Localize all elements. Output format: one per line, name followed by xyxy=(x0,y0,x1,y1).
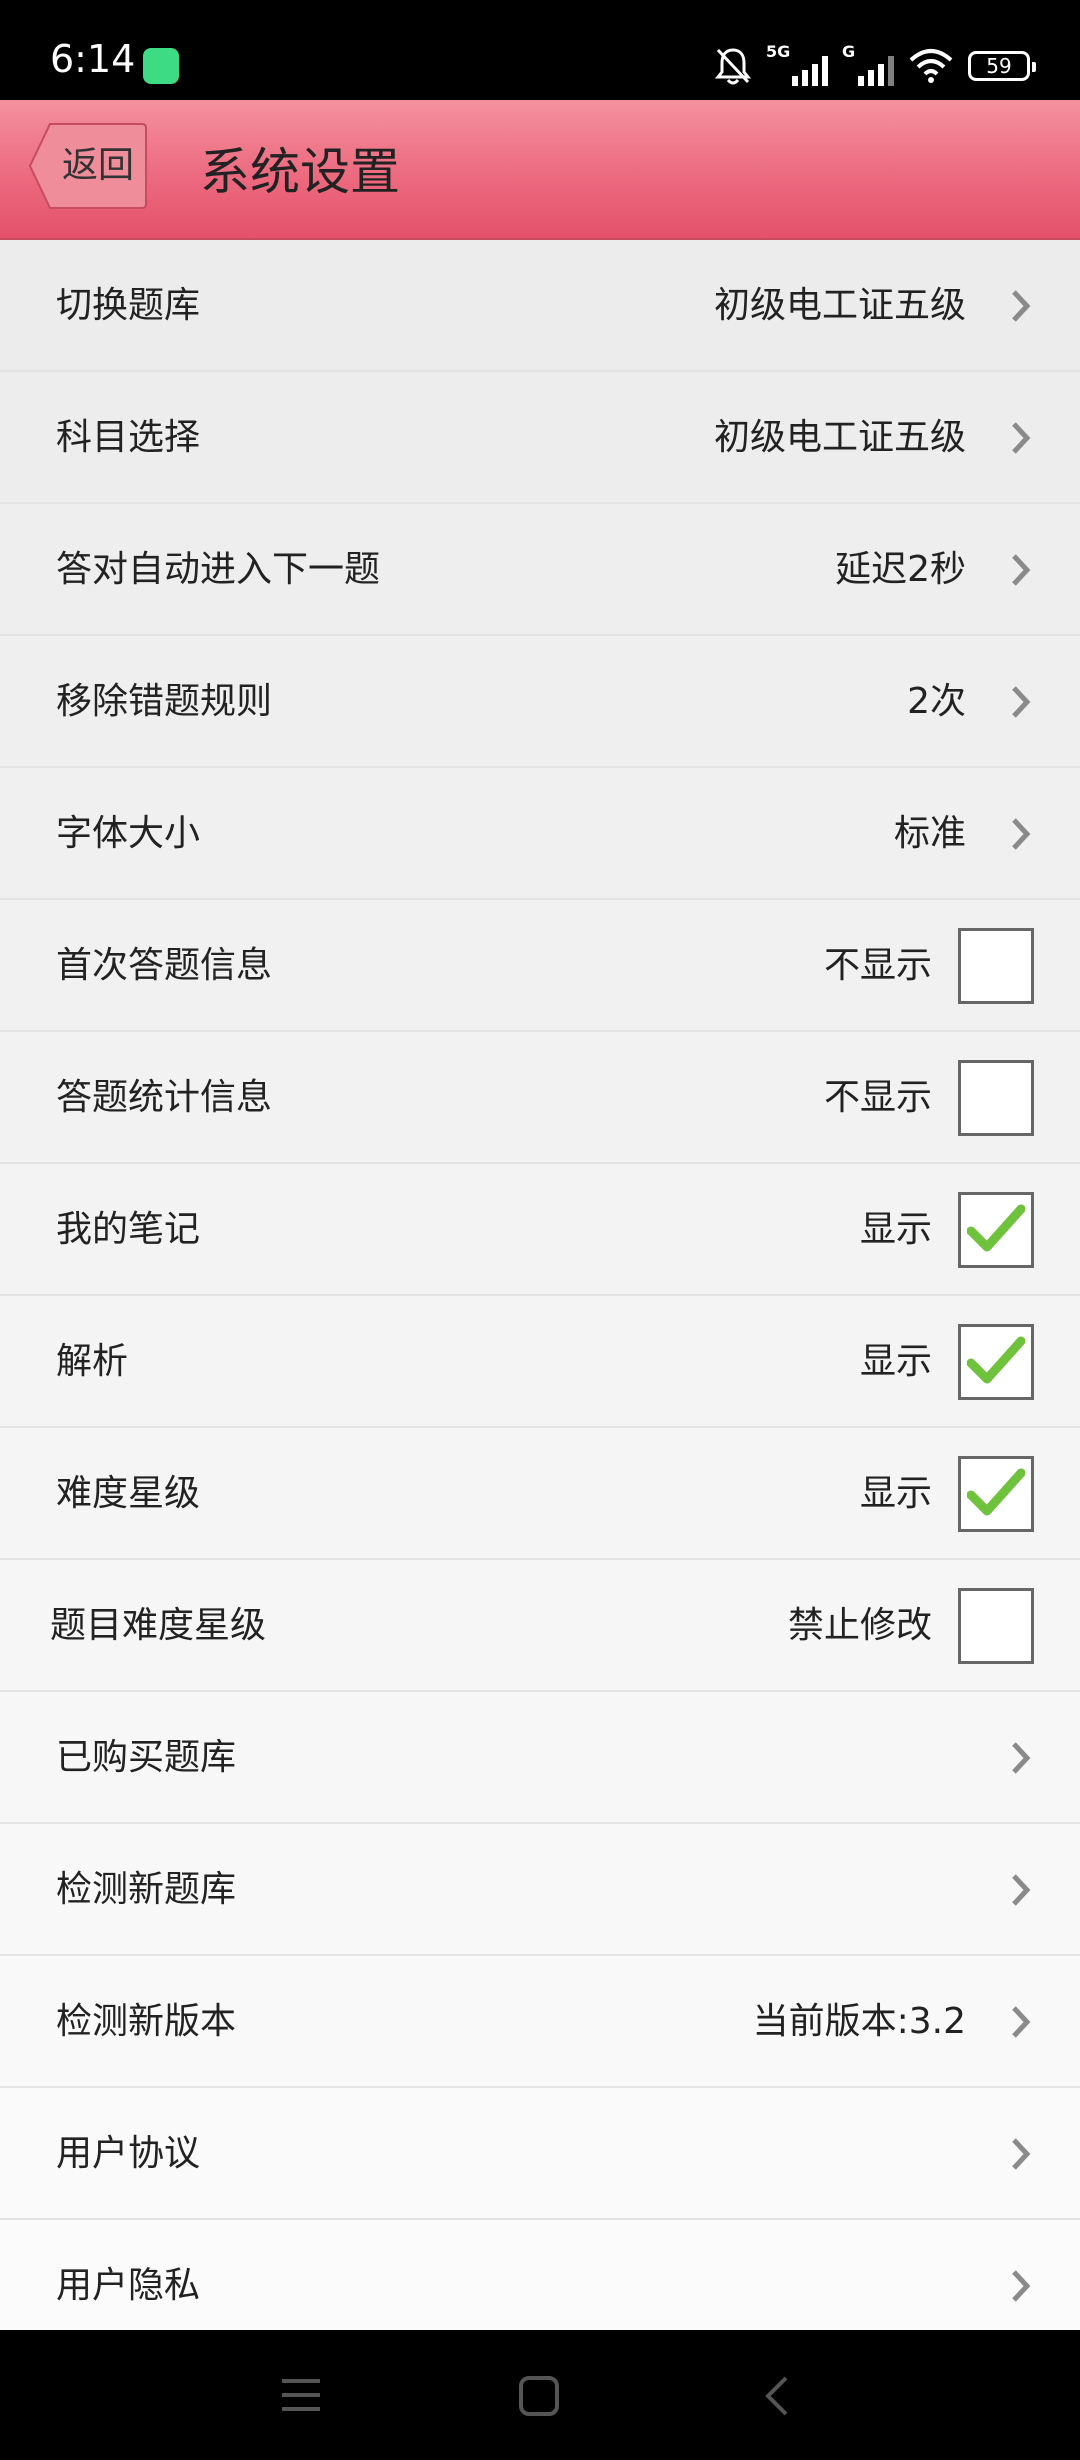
row-value: 初级电工证五级 xyxy=(713,285,966,326)
row-value: 延迟2秒 xyxy=(835,549,966,590)
signal-label: G xyxy=(842,42,856,61)
signal-label: 5G xyxy=(766,42,791,61)
row-value: 不显示 xyxy=(823,945,932,986)
settings-row-check-bank[interactable]: 检测新题库 xyxy=(0,1824,1080,1956)
app-header: 返回 系统设置 xyxy=(0,100,1080,240)
checkmark-icon xyxy=(967,1204,1025,1252)
row-value: 禁止修改 xyxy=(787,1605,932,1646)
status-bar: 6:14 5G G 59 xyxy=(0,0,1080,100)
menu-icon[interactable] xyxy=(280,2375,322,2415)
row-label: 移除错题规则 xyxy=(56,681,273,722)
back-icon[interactable] xyxy=(762,2375,792,2417)
settings-row-auto-next[interactable]: 答对自动进入下一题 延迟2秒 xyxy=(0,504,1080,636)
chevron-right-icon xyxy=(1012,290,1031,322)
settings-row-check-version[interactable]: 检测新版本 当前版本:3.2 xyxy=(0,1956,1080,2088)
row-label: 用户协议 xyxy=(56,2133,201,2174)
back-button[interactable]: 返回 xyxy=(28,122,148,210)
settings-row-purchased[interactable]: 已购买题库 xyxy=(0,1692,1080,1824)
status-icons: 5G G 59 xyxy=(714,42,1036,88)
row-label: 已购买题库 xyxy=(56,1737,237,1778)
row-value: 当前版本:3.2 xyxy=(752,2001,966,2042)
home-icon[interactable] xyxy=(518,2375,560,2417)
chevron-right-icon xyxy=(1012,2006,1031,2038)
chevron-right-icon xyxy=(1012,818,1031,850)
checkmark-icon xyxy=(967,1336,1025,1384)
checkmark-icon xyxy=(967,1468,1025,1516)
row-label: 答对自动进入下一题 xyxy=(56,549,381,590)
toggle-checkbox[interactable] xyxy=(958,928,1034,1004)
wifi-icon xyxy=(908,48,954,84)
chevron-right-icon xyxy=(1012,554,1031,586)
settings-list: 切换题库 初级电工证五级 科目选择 初级电工证五级 答对自动进入下一题 延迟2秒… xyxy=(0,240,1080,2352)
settings-row-remove-wrong[interactable]: 移除错题规则 2次 xyxy=(0,636,1080,768)
back-label: 返回 xyxy=(62,145,135,186)
row-label: 答题统计信息 xyxy=(56,1077,273,1118)
row-value: 显示 xyxy=(859,1473,932,1514)
status-time: 6:14 xyxy=(50,37,136,81)
settings-row-difficulty[interactable]: 难度星级 显示 xyxy=(0,1428,1080,1560)
chevron-right-icon xyxy=(1012,2138,1031,2170)
settings-row-font-size[interactable]: 字体大小 标准 xyxy=(0,768,1080,900)
row-label: 科目选择 xyxy=(56,417,201,458)
row-label: 检测新题库 xyxy=(56,1869,237,1910)
settings-row-my-notes[interactable]: 我的笔记 显示 xyxy=(0,1164,1080,1296)
row-label: 题目难度星级 xyxy=(50,1605,267,1646)
settings-row-answer-stats[interactable]: 答题统计信息 不显示 xyxy=(0,1032,1080,1164)
chevron-right-icon xyxy=(1012,1742,1031,1774)
navigation-bar xyxy=(0,2330,1080,2460)
row-value: 显示 xyxy=(859,1341,932,1382)
row-value: 不显示 xyxy=(823,1077,932,1118)
page-title: 系统设置 xyxy=(200,143,400,201)
toggle-checkbox[interactable] xyxy=(958,1588,1034,1664)
row-label: 我的笔记 xyxy=(56,1209,201,1250)
settings-row-subject[interactable]: 科目选择 初级电工证五级 xyxy=(0,372,1080,504)
row-label: 解析 xyxy=(56,1341,129,1382)
battery-icon: 59 xyxy=(968,51,1036,81)
chevron-right-icon xyxy=(1012,1874,1031,1906)
battery-level: 59 xyxy=(986,54,1012,78)
toggle-checkbox[interactable] xyxy=(958,1192,1034,1268)
toggle-checkbox[interactable] xyxy=(958,1324,1034,1400)
row-label: 难度星级 xyxy=(56,1473,201,1514)
row-value: 标准 xyxy=(893,813,966,854)
toggle-checkbox[interactable] xyxy=(958,1060,1034,1136)
android-icon xyxy=(143,48,179,84)
row-label: 首次答题信息 xyxy=(56,945,273,986)
settings-row-user-agreement[interactable]: 用户协议 xyxy=(0,2088,1080,2220)
settings-row-question-difficulty[interactable]: 题目难度星级 禁止修改 xyxy=(0,1560,1080,1692)
settings-row-switch-bank[interactable]: 切换题库 初级电工证五级 xyxy=(0,240,1080,372)
toggle-checkbox[interactable] xyxy=(958,1456,1034,1532)
settings-row-analysis[interactable]: 解析 显示 xyxy=(0,1296,1080,1428)
row-label: 切换题库 xyxy=(56,285,201,326)
bell-off-icon xyxy=(714,46,752,86)
row-label: 字体大小 xyxy=(56,813,201,854)
row-value: 2次 xyxy=(907,681,966,722)
row-value: 初级电工证五级 xyxy=(713,417,966,458)
row-value: 显示 xyxy=(859,1209,932,1250)
signal-icon: G xyxy=(842,42,894,86)
settings-row-first-answer[interactable]: 首次答题信息 不显示 xyxy=(0,900,1080,1032)
chevron-right-icon xyxy=(1012,686,1031,718)
chevron-right-icon xyxy=(1012,2270,1031,2302)
row-label: 检测新版本 xyxy=(56,2001,237,2042)
signal-icon: 5G xyxy=(766,42,828,86)
chevron-right-icon xyxy=(1012,422,1031,454)
